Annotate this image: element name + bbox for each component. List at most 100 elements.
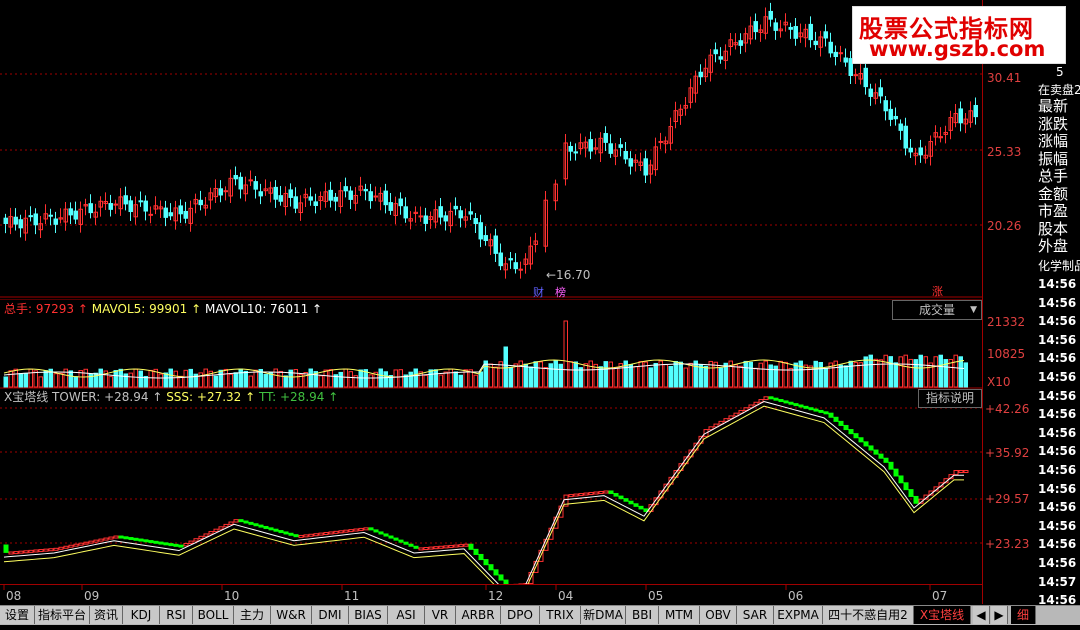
candle-body [53,218,58,225]
candle-body [278,195,283,202]
volume-bar [578,367,583,388]
tab-5[interactable]: BOLL [193,606,234,624]
volume-bar [688,362,693,388]
vol-tick-1: 21332 [987,315,1026,329]
tab-10[interactable]: ASI [388,606,425,624]
vol-tick-3: X10 [987,375,1011,389]
tab-0[interactable]: 设置 [0,606,35,624]
tower-block [143,539,149,543]
candle-body [168,212,173,217]
volume-bar [613,367,618,388]
price-chart[interactable]: ←16.70财榜 涨 [0,0,982,298]
volume-bar [183,369,188,388]
candle-body [838,52,843,55]
tower-block [198,535,204,540]
tower-block [848,429,854,435]
tower-block [908,489,914,497]
tower-block [333,530,339,534]
volume-bar [108,376,113,388]
date-tick: 08 [6,589,21,603]
tab-6[interactable]: 主力 [234,606,271,624]
indicator-help-button[interactable]: 指标说明 [918,389,982,408]
tab-scroll-right-icon[interactable]: ▶ [991,606,1008,624]
vol-total-label: 总手: 97293 ↑ [4,302,92,316]
tab-15[interactable]: 新DMA [581,606,626,624]
tab-2[interactable]: 资讯 [90,606,123,624]
vol-ma5-label: MAVOL5: 99901 ↑ [92,302,205,316]
candle-body [128,200,133,213]
tower-block [858,437,864,443]
tab-8[interactable]: DMI [312,606,349,624]
volume-bar [113,369,118,388]
candle-body [898,123,903,131]
volume-bar [693,360,698,388]
tab-17[interactable]: MTM [659,606,700,624]
indicator-panel[interactable]: X宝塔线 TOWER: +28.94 ↑ SSS: +27.32 ↑ TT: +… [0,389,982,584]
candle-body [513,262,518,270]
tab-22[interactable]: X宝塔线 [914,606,971,624]
tower-block [818,409,824,413]
vol-tick-2: 10825 [987,347,1026,361]
tower-block [28,549,34,553]
tab-16[interactable]: BBI [626,606,659,624]
volume-bar [513,363,518,388]
tower-block [128,537,134,541]
volume-bar [933,356,938,388]
trade-time: 14:56 [1038,537,1077,552]
tab-18[interactable]: OBV [700,606,737,624]
volume-bar [528,366,533,388]
tower-block [228,521,234,525]
trade-time: 14:56 [1038,407,1077,422]
tower-block [33,549,39,553]
tower-block [783,400,789,404]
quote-field-1: 涨跌 [1038,114,1069,133]
candle-body [333,196,338,202]
volume-bar [748,361,753,388]
volume-bar [548,363,553,388]
volume-bar [553,360,558,388]
volume-bar [453,371,458,388]
volume-chart[interactable]: 总手: 97293 ↑ MAVOL5: 99901 ↑ MAVOL10: 760… [0,299,982,389]
tab-7[interactable]: W&R [271,606,312,624]
tab-21[interactable]: 四十不惑自用2 [823,606,914,624]
volume-bar [303,372,308,388]
indicator-chart[interactable]: X宝塔线 TOWER: +28.94 ↑ SSS: +27.32 ↑ TT: +… [0,389,982,584]
tab-20[interactable]: EXPMA [774,606,823,624]
tab-12[interactable]: ARBR [456,606,501,624]
tab-11[interactable]: VR [425,606,456,624]
volume-type-select[interactable]: 成交量 ▼ [892,300,982,320]
volume-bar [88,373,93,388]
volume-bar [238,368,243,388]
tower-block [573,493,579,497]
volume-bar [283,375,288,388]
tab-9[interactable]: BIAS [349,606,388,624]
volume-bar [608,361,613,388]
volume-bar [423,374,428,388]
tab-14[interactable]: TRIX [540,606,581,624]
volume-bar [133,368,138,388]
price-chart-panel[interactable]: ←16.70 财榜 涨 [0,0,982,298]
candle-body [248,179,253,182]
volume-bar [713,361,718,388]
tower-block [413,545,419,549]
tab-scroll-left-icon[interactable]: ◀ [973,606,990,624]
volume-bar [818,361,823,388]
volume-bar [648,367,653,388]
tower-block [118,535,124,539]
tower-block [173,543,179,547]
candle-body [398,198,403,207]
volume-panel[interactable]: 总手: 97293 ↑ MAVOL5: 99901 ↑ MAVOL10: 760… [0,299,982,389]
tab-19[interactable]: SAR [737,606,774,624]
candle-body [768,10,773,20]
tab-1[interactable]: 指标平台 [35,606,90,624]
volume-bar [58,372,63,388]
tab-3[interactable]: KDJ [123,606,160,624]
tab-4[interactable]: RSI [160,606,193,624]
watermark-logo: 股票公式指标网 www.gszb.com [852,6,1066,64]
volume-bar [408,371,413,388]
tab-detail[interactable]: 细 [1011,606,1036,624]
tab-13[interactable]: DPO [501,606,540,624]
volume-bar [753,367,758,388]
volume-bar [573,361,578,388]
tower-block [223,523,229,528]
